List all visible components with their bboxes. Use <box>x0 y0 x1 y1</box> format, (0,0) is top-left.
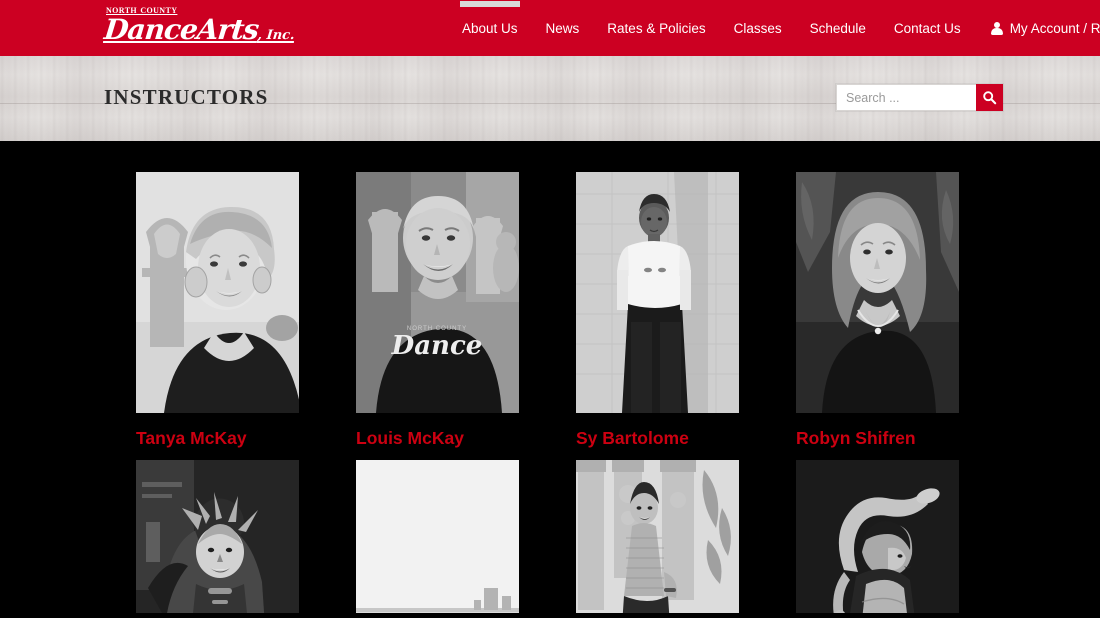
search-icon <box>983 91 997 105</box>
banner-inner: Instructors <box>0 56 1100 141</box>
instructor-card <box>576 460 739 613</box>
photo-cats-musical-costume <box>136 460 299 613</box>
main-navigation: About Us News Rates & Policies Classes S… <box>448 0 1100 56</box>
photo-woman-blonde-trophy <box>136 172 299 413</box>
instructor-photo-robyn-shifren[interactable] <box>796 172 959 413</box>
instructor-name-sy-bartolome[interactable]: Sy Bartolome <box>576 427 739 449</box>
logo-inc-suffix: , Inc. <box>256 28 296 43</box>
instructor-card <box>356 460 519 613</box>
search-box <box>836 84 1003 111</box>
instructor-name-tanya-mckay[interactable]: Tanya McKay <box>136 427 299 449</box>
nav-item-about-us[interactable]: About Us <box>448 0 532 56</box>
nav-item-my-account-register[interactable]: My Account / Register <box>975 1 1100 56</box>
svg-text:Dance: Dance <box>391 331 483 361</box>
page-banner: Instructors <box>0 56 1100 141</box>
photo-woman-long-hair-necklace <box>796 172 959 413</box>
photo-dancer-arm-overhead <box>796 460 959 613</box>
search-button[interactable] <box>976 84 1003 111</box>
instructor-row <box>136 460 966 613</box>
photo-man-seated-columns <box>576 460 739 613</box>
search-input[interactable] <box>836 84 976 111</box>
photo-man-bald-dance-shirt: Dance NORTH COUNTY <box>356 172 519 413</box>
instructor-card <box>796 460 959 613</box>
instructor-row: Tanya McKay Dance NORTH COUNTY Louis McK… <box>136 172 966 449</box>
logo-main-text: DanceArts, Inc. <box>102 13 296 51</box>
instructor-name-robyn-shifren[interactable]: Robyn Shifren <box>796 427 959 449</box>
instructor-card: Tanya McKay <box>136 172 299 449</box>
instructors-grid: Tanya McKay Dance NORTH COUNTY Louis McK… <box>136 172 966 613</box>
photo-dancer-on-beach <box>356 460 519 613</box>
user-icon <box>990 21 1003 36</box>
instructor-card: Dance NORTH COUNTY Louis McKay <box>356 172 519 449</box>
instructor-photo-5[interactable] <box>136 460 299 613</box>
nav-item-news[interactable]: News <box>532 1 594 56</box>
instructor-photo-louis-mckay[interactable]: Dance NORTH COUNTY <box>356 172 519 413</box>
nav-item-contact-us[interactable]: Contact Us <box>880 1 975 56</box>
instructors-content: Tanya McKay Dance NORTH COUNTY Louis McK… <box>0 141 1100 618</box>
instructor-photo-sy-bartolome[interactable] <box>576 172 739 413</box>
logo-wordmark: DanceArts <box>102 13 260 46</box>
my-account-label: My Account / Register <box>1009 20 1100 36</box>
photo-man-white-tshirt-wall <box>576 172 739 413</box>
instructor-card: Robyn Shifren <box>796 172 959 449</box>
instructor-photo-8[interactable] <box>796 460 959 613</box>
instructor-photo-7[interactable] <box>576 460 739 613</box>
instructor-photo-6[interactable] <box>356 460 519 613</box>
site-logo[interactable]: North County DanceArts, Inc. <box>102 4 296 51</box>
instructor-card <box>136 460 299 613</box>
svg-text:NORTH COUNTY: NORTH COUNTY <box>407 326 467 332</box>
nav-item-classes[interactable]: Classes <box>720 1 796 56</box>
nav-item-schedule[interactable]: Schedule <box>796 1 880 56</box>
page-title: Instructors <box>104 78 269 111</box>
site-header: North County DanceArts, Inc. About Us Ne… <box>0 0 1100 56</box>
instructor-name-louis-mckay[interactable]: Louis McKay <box>356 427 519 449</box>
instructor-card: Sy Bartolome <box>576 172 739 449</box>
nav-item-rates-policies[interactable]: Rates & Policies <box>593 1 719 56</box>
instructor-photo-tanya-mckay[interactable] <box>136 172 299 413</box>
